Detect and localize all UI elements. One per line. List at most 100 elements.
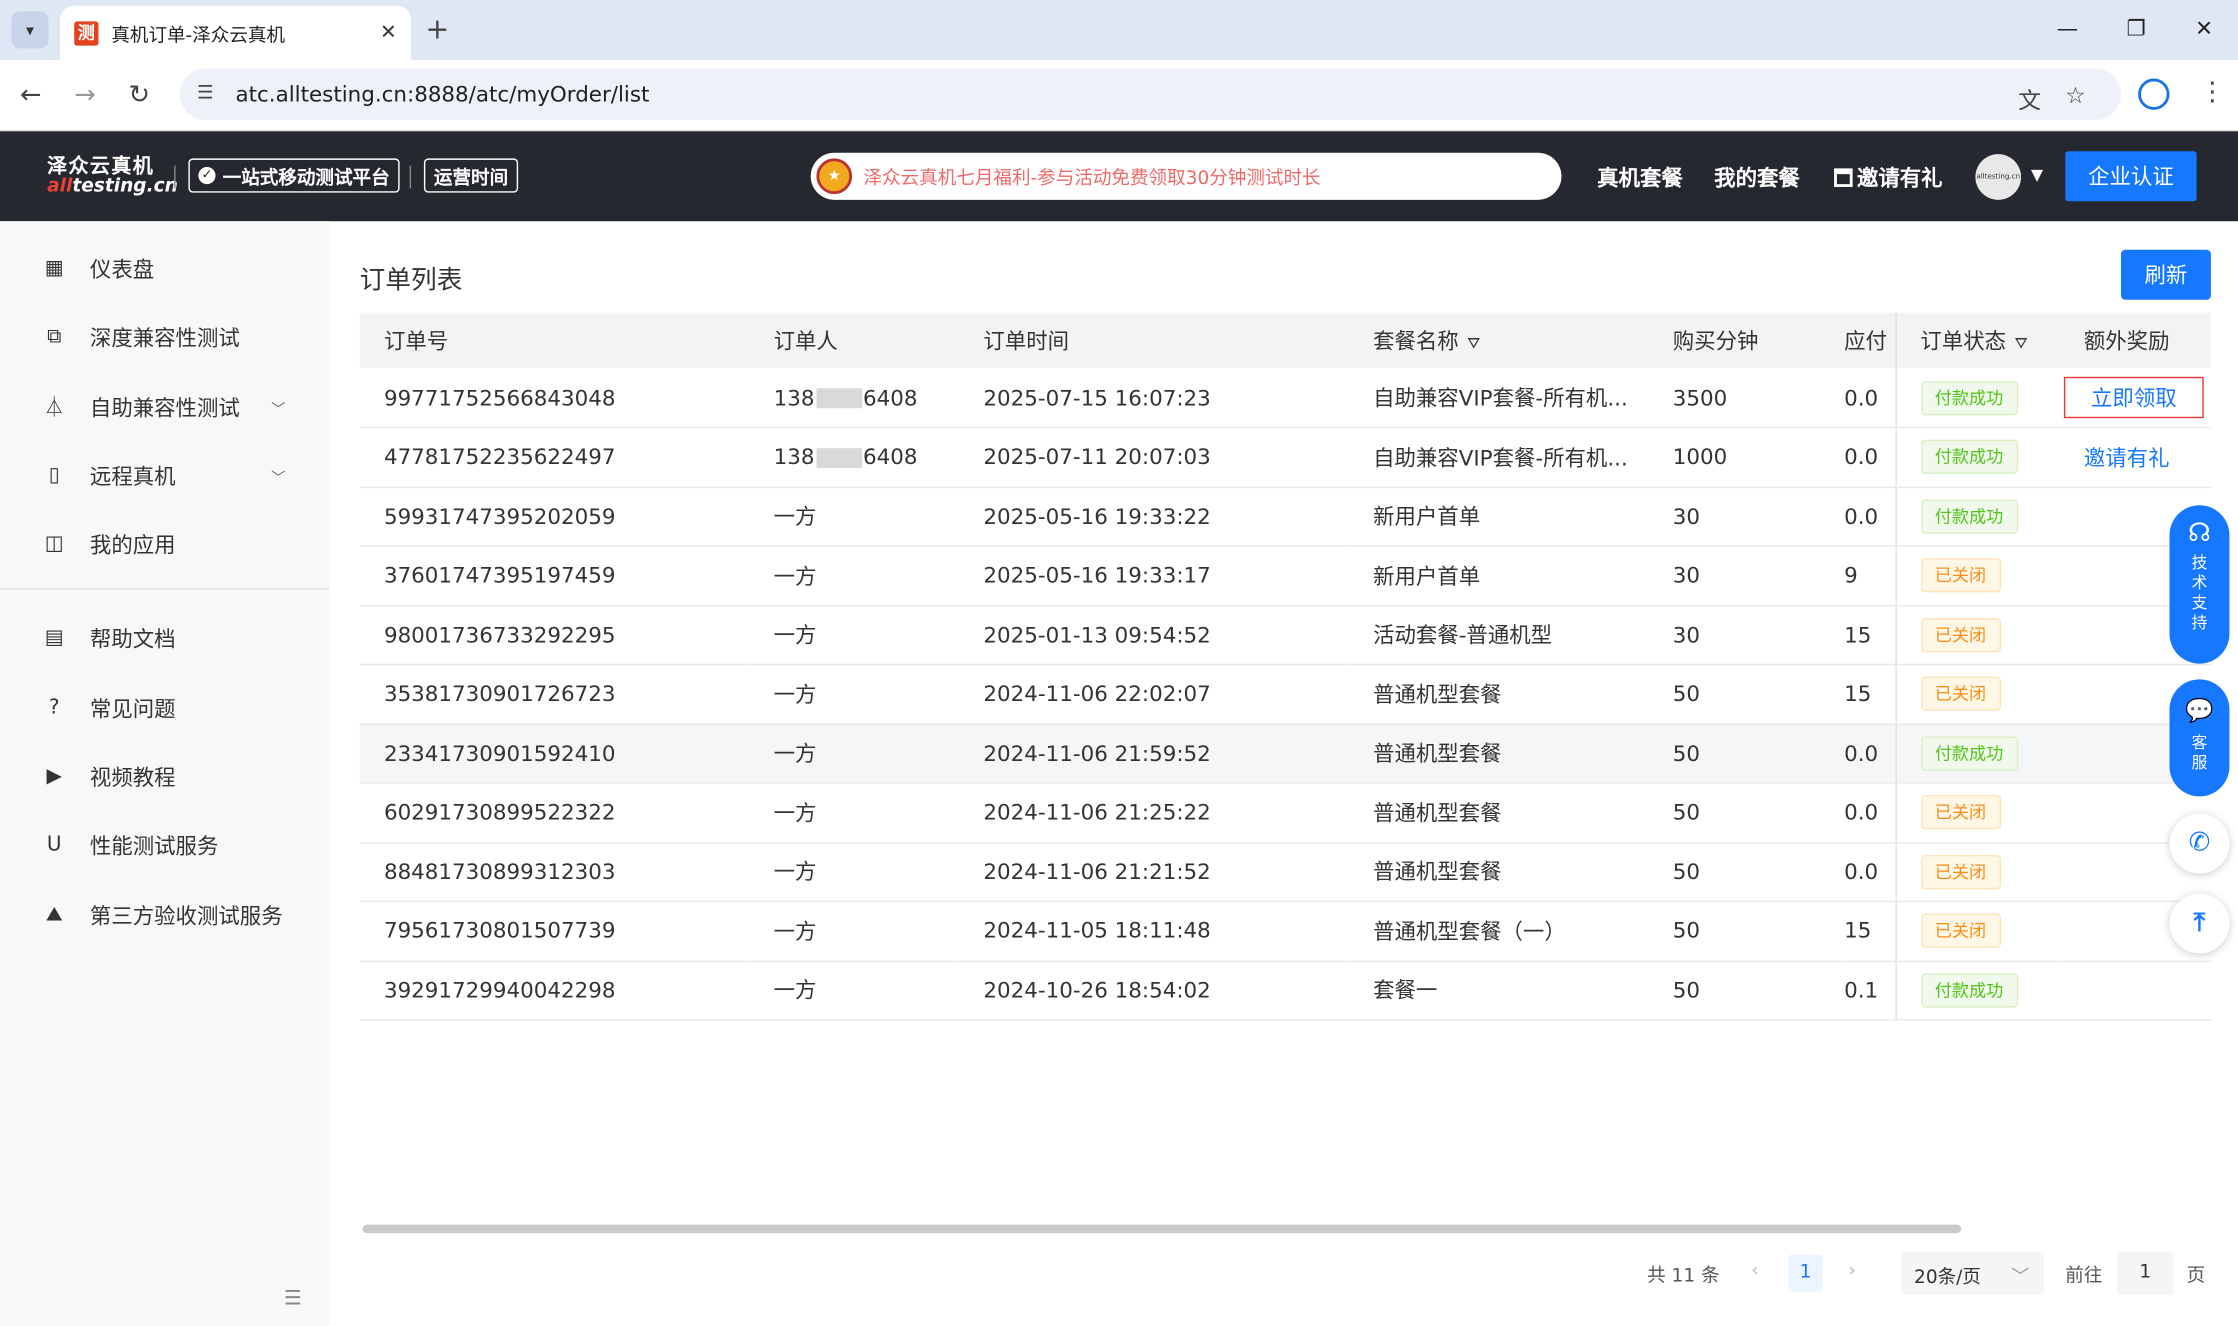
table-row: 23341730901592410 一方 2024-11-06 21:59:52 普通… [359, 723, 2211, 784]
page-title: 订单列表 [359, 265, 463, 296]
nav-my-packages[interactable]: 我的套餐 [1714, 163, 1800, 193]
minimize-icon[interactable]: — [2057, 16, 2078, 42]
url-text: atc.alltesting.cn:8888/atc/myOrder/list [235, 81, 650, 108]
cell-order-id: 37601747395197459 [359, 545, 750, 606]
avatar[interactable]: alltesting.cn [1975, 154, 2022, 200]
site-settings-icon[interactable]: ☰ [197, 83, 214, 104]
operating-hours-button[interactable]: 运营时间 [423, 158, 519, 193]
cell-payable: 9 [1844, 545, 1896, 606]
cell-order-time: 2024-11-06 21:25:22 [959, 782, 1349, 843]
sidebar-item-deep-compat[interactable]: ⧉ 深度兼容性测试 [0, 308, 330, 365]
page-size-select[interactable]: 20条/页 ﹀ [1901, 1251, 2044, 1295]
refresh-button[interactable]: 刷新 [2120, 249, 2211, 300]
customer-service-label: 客服 [2191, 733, 2208, 773]
cell-status: 已关闭 [1894, 545, 2060, 606]
restore-icon[interactable]: ❐ [2127, 16, 2146, 42]
status-badge: 付款成功 [1920, 439, 2018, 475]
cell-orderer: 一方 [749, 901, 960, 962]
promo-notice[interactable]: ★ 泽众云真机七月福利-参与活动免费领取30分钟测试时长 [810, 152, 1562, 200]
table-row: 60291730899522322 一方 2024-11-06 21:25:22 普通… [359, 782, 2211, 843]
phone-icon[interactable]: ✆ [2169, 813, 2230, 874]
pager-total: 共 11 条 [1647, 1266, 1720, 1288]
filter-icon[interactable]: ⛛ [2015, 334, 2028, 353]
app-header: 泽众云真机 alltesting.cn ✓ 一站式移动测试平台 运营时间 ★ 泽… [0, 131, 2238, 222]
nav-invite[interactable]: 邀请有礼 [1834, 163, 1943, 193]
pager-prev-icon[interactable]: ‹ [1751, 1260, 1758, 1281]
status-badge: 付款成功 [1920, 380, 2018, 415]
cell-package: 活动套餐-普通机型 [1348, 605, 1649, 666]
sidebar-item-video[interactable]: ▶ 视频教程 [0, 748, 330, 805]
sidebar-item-help-docs[interactable]: ▤ 帮助文档 [0, 609, 330, 666]
url-input[interactable]: ☰ atc.alltesting.cn:8888/atc/myOrder/lis… [179, 68, 2121, 120]
cell-payable: 0.0 [1844, 427, 1896, 488]
cell-order-id: 98001736733292295 [359, 605, 750, 666]
back-icon[interactable]: ← [20, 80, 42, 110]
table-row: 99771752566843048 138 6408 2025-07-15 16:07… [359, 368, 2211, 429]
sidebar-item-third-party[interactable]: ⛰ 第三方验收测试服务 [0, 886, 330, 943]
sidebar-item-faq[interactable]: ? 常见问题 [0, 679, 330, 736]
table-row: 79561730801507739 一方 2024-11-05 18:11:48 普通… [359, 901, 2211, 962]
translate-icon[interactable]: 文 [2018, 81, 2041, 115]
browser-tab[interactable]: 测 真机订单-泽众云真机 ✕ [59, 5, 412, 60]
reload-icon[interactable]: ↻ [128, 80, 150, 110]
cell-orderer: 138 6408 [749, 368, 960, 429]
cell-order-time: 2024-11-06 21:21:52 [959, 842, 1349, 903]
dashboard-icon: ▦ [44, 256, 64, 280]
col-package[interactable]: 套餐名称 ⛛ [1348, 312, 1649, 369]
chevron-down-icon[interactable]: ▼ [2031, 166, 2043, 185]
tab-close-icon[interactable]: ✕ [380, 21, 397, 44]
col-status[interactable]: 订单状态 ⛛ [1894, 312, 2060, 369]
browser-menu-icon[interactable]: ⋮ [2199, 77, 2225, 107]
cell-status: 已关闭 [1894, 664, 2060, 725]
masked-text [815, 447, 862, 468]
horizontal-scrollbar[interactable] [362, 1224, 1962, 1234]
profile-icon[interactable] [2138, 78, 2170, 110]
device-icon: ▯ [48, 463, 60, 487]
pager-next-icon[interactable]: › [1848, 1260, 1855, 1281]
tab-search-button[interactable]: ▾ [11, 11, 49, 49]
sidebar-item-perf-test[interactable]: U 性能测试服务 [0, 816, 330, 873]
tech-support-button[interactable]: ☊ 技术支持 [2169, 505, 2230, 664]
cell-package: 自助兼容VIP套餐-所有机... [1348, 427, 1649, 488]
bookmark-star-icon[interactable]: ☆ [2065, 81, 2085, 108]
platform-badge: ✓ 一站式移动测试平台 [188, 158, 400, 193]
sidebar-item-remote-device[interactable]: ▯ 远程真机 ﹀ [0, 447, 330, 504]
filter-icon[interactable]: ⛛ [1467, 334, 1480, 353]
chart-icon: ⛰ [45, 903, 63, 927]
pager-goto-label: 前往 [2065, 1266, 2103, 1288]
nav-device-packages[interactable]: 真机套餐 [1597, 163, 1683, 193]
sidebar-item-my-apps[interactable]: ◫ 我的应用 [0, 515, 330, 572]
promo-text: 泽众云真机七月福利-参与活动免费领取30分钟测试时长 [863, 168, 1321, 190]
collapse-sidebar-icon[interactable]: ☰ [284, 1287, 302, 1310]
enterprise-cert-button[interactable]: 企业认证 [2065, 151, 2197, 202]
cell-minutes: 3500 [1648, 368, 1845, 429]
question-icon: ? [48, 696, 60, 720]
status-badge: 已关闭 [1920, 795, 2001, 830]
col-orderer: 订单人 [749, 312, 960, 369]
address-bar: ← → ↻ ☰ atc.alltesting.cn:8888/atc/myOrd… [0, 59, 2238, 132]
sidebar-divider [0, 588, 330, 590]
claim-reward-button[interactable]: 立即领取 [2063, 376, 2204, 419]
divider [409, 165, 412, 189]
status-badge: 付款成功 [1920, 736, 2018, 771]
pager-goto-input[interactable]: 1 [2116, 1251, 2174, 1295]
check-circle-icon: ✓ [198, 166, 216, 185]
copy-icon: ⧉ [47, 325, 62, 349]
sidebar-item-dashboard[interactable]: ▦ 仪表盘 [0, 240, 330, 297]
col-reward: 额外奖励 [2059, 312, 2211, 369]
window-close-icon[interactable]: ✕ [2195, 16, 2213, 42]
cell-order-id: 23341730901592410 [359, 723, 750, 784]
logo-en[interactable]: alltesting.cn [47, 176, 178, 197]
new-tab-icon[interactable]: + [425, 14, 449, 43]
back-to-top-icon[interactable]: ⤒ [2169, 893, 2230, 954]
cell-status: 付款成功 [1894, 368, 2060, 429]
customer-service-button[interactable]: 💬 客服 [2169, 679, 2230, 797]
forward-icon[interactable]: → [74, 80, 96, 110]
wechat-icon: 💬 [2185, 696, 2214, 724]
status-badge: 已关闭 [1920, 913, 2001, 949]
sidebar-item-self-compat[interactable]: ⏃ 自助兼容性测试 ﹀ [0, 378, 330, 435]
invite-reward-link[interactable]: 邀请有礼 [2084, 445, 2170, 471]
chevron-down-icon: ﹀ [271, 401, 286, 418]
pager-page-1[interactable]: 1 [1788, 1254, 1823, 1292]
status-badge: 付款成功 [1920, 973, 2018, 1008]
